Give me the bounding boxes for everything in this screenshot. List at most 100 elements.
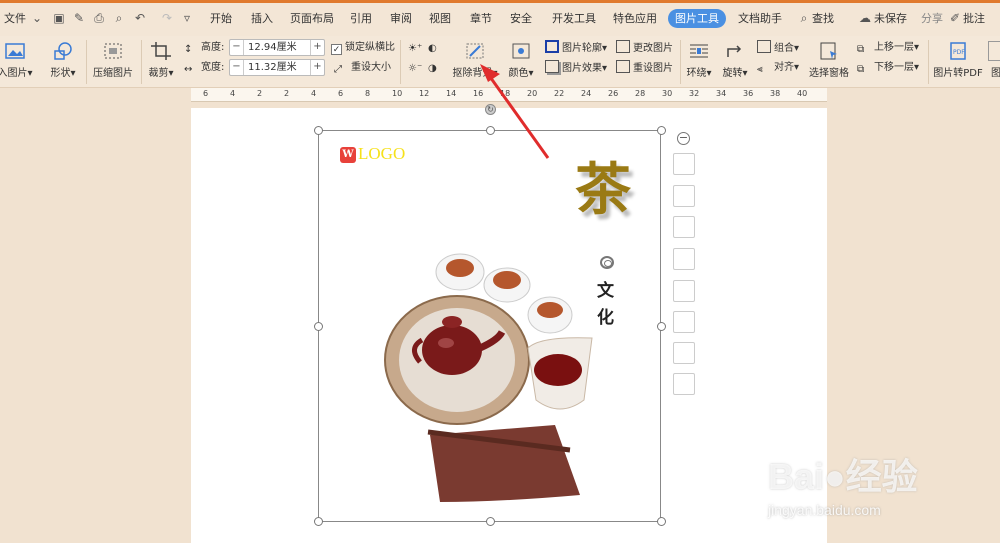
crop-icon — [151, 42, 171, 60]
redo-icon[interactable]: ↷ — [160, 11, 174, 25]
tab-doc-helper[interactable]: 文档助手 — [738, 10, 782, 26]
copy-picture-icon[interactable] — [673, 311, 695, 333]
logo-mark: W — [340, 147, 356, 163]
tab-developer[interactable]: 开发工具 — [552, 10, 596, 26]
reset-size-button[interactable]: ⤢ 重设大小 — [334, 60, 391, 76]
rotate-label: 旋转 — [722, 68, 743, 79]
height-decrement[interactable]: − — [230, 40, 244, 55]
collapse-icon[interactable]: − — [677, 132, 690, 145]
tab-section[interactable]: 章节 — [470, 10, 492, 26]
picture-outline-button[interactable]: 图片轮廓▾ — [545, 40, 607, 56]
height-label-text: 高度: — [201, 42, 225, 53]
brightness-up-icon[interactable]: ☀⁺ — [408, 41, 422, 57]
ruler-tick-label: 30 — [662, 89, 673, 98]
width-value[interactable]: 11.32厘米 — [248, 61, 297, 75]
group-button[interactable]: 组合▾ — [757, 40, 799, 56]
tab-special[interactable]: 特色应用 — [613, 10, 657, 26]
picture-border-icon[interactable] — [673, 280, 695, 302]
change-picture-icon — [616, 40, 630, 53]
change-picture-button[interactable]: 更改图片 — [616, 40, 673, 56]
comment-button[interactable]: 批注 — [963, 10, 985, 26]
tab-insert[interactable]: 插入 — [251, 10, 273, 26]
pdf-icon: PDF — [950, 42, 966, 60]
search-icon[interactable]: ⌕ — [797, 11, 811, 25]
search-button[interactable]: 查找 — [812, 10, 834, 26]
resize-handle-e[interactable] — [657, 322, 666, 331]
align-button[interactable]: ⫷ 对齐▾ — [757, 60, 799, 76]
lock-ratio-label: 锁定纵横比 — [345, 42, 395, 53]
reset-picture-icon — [616, 60, 630, 73]
checkbox-checked-icon[interactable]: ✓ — [331, 44, 342, 55]
crop-button[interactable]: 裁剪▾ — [146, 41, 176, 79]
ruler-tick-label: 38 — [770, 89, 781, 98]
reset-picture-button[interactable]: 重设图片 — [616, 60, 673, 76]
height-input[interactable]: − 12.94厘米 + — [229, 39, 325, 56]
share-button[interactable]: 分享 — [921, 10, 943, 26]
print-icon[interactable]: ⎙ — [92, 11, 106, 25]
tab-home[interactable]: 开始 — [210, 10, 232, 26]
tab-references[interactable]: 引用 — [350, 10, 372, 26]
compress-icon — [104, 43, 122, 59]
file-menu[interactable]: 文件 — [4, 10, 26, 26]
picture-to-pdf-button[interactable]: PDF 图片转PDF — [933, 41, 983, 79]
rotate-icon — [727, 45, 742, 57]
more-tools-icon[interactable] — [673, 373, 695, 395]
ruler-tick-label: 36 — [743, 89, 754, 98]
wrap-button[interactable]: 环绕▾ — [684, 41, 714, 79]
baidu-watermark: Bai●经验 — [768, 456, 918, 497]
ruler-tick-label: 12 — [419, 89, 430, 98]
chevron-down-icon[interactable]: ⌄ — [30, 11, 44, 25]
cloud-icon[interactable]: ☁ — [858, 11, 872, 25]
resize-handle-se[interactable] — [657, 517, 666, 526]
width-increment[interactable]: + — [310, 60, 324, 75]
picture-to-text-icon[interactable] — [673, 342, 695, 364]
tab-security[interactable]: 安全 — [510, 10, 532, 26]
insert-picture-button[interactable]: 入图片▾ — [0, 41, 36, 79]
height-increment[interactable]: + — [310, 40, 324, 55]
ruler-tick-label: 4 — [230, 89, 236, 98]
crop-float-icon[interactable] — [673, 248, 695, 270]
lock-ratio-checkbox[interactable]: ✓ 锁定纵横比 — [331, 40, 395, 56]
customize-icon[interactable]: ▿ — [180, 11, 194, 25]
save-icon[interactable]: ▣ — [52, 11, 66, 25]
format-painter-icon[interactable]: ✎ — [72, 11, 86, 25]
print-preview-icon[interactable]: ⌕ — [112, 11, 126, 25]
width-label-text: 宽度: — [201, 62, 225, 73]
resize-handle-w[interactable] — [314, 322, 323, 331]
comment-icon[interactable]: ✐ — [948, 11, 962, 25]
bring-forward-button[interactable]: ⧉ 上移一层▾ — [857, 40, 919, 56]
resize-handle-s[interactable] — [486, 517, 495, 526]
tab-view[interactable]: 视图 — [429, 10, 451, 26]
ruler-tick-label: 14 — [446, 89, 457, 98]
ruler-tick-label: 10 — [392, 89, 403, 98]
send-backward-button[interactable]: ⧉ 下移一层▾ — [857, 60, 919, 76]
contrast-up-icon[interactable]: ◐ — [428, 41, 437, 57]
resize-handle-ne[interactable] — [657, 126, 666, 135]
ruler-tick-label: 32 — [689, 89, 700, 98]
remove-bg-float-icon[interactable] — [673, 216, 695, 238]
effects-label: 图片效果 — [562, 63, 602, 74]
rotate-button[interactable]: 旋转▾ — [720, 41, 750, 79]
resize-handle-nw[interactable] — [314, 126, 323, 135]
zoom-picture-icon[interactable] — [673, 185, 695, 207]
shape-label: 形状 — [50, 68, 71, 79]
tab-picture-tools[interactable]: 图片工具 — [668, 9, 726, 28]
ruler-tick-label: 2 — [257, 89, 263, 98]
height-value[interactable]: 12.94厘米 — [248, 41, 297, 55]
compress-picture-button[interactable]: 压缩图片 — [92, 41, 134, 79]
width-input[interactable]: − 11.32厘米 + — [229, 59, 325, 76]
selection-pane-button[interactable]: 选择窗格 — [808, 41, 850, 79]
brightness-down-icon[interactable]: ☼⁻ — [408, 61, 422, 77]
undo-icon[interactable]: ↶ — [133, 11, 147, 25]
contrast-down-icon[interactable]: ◑ — [428, 61, 437, 77]
unsaved-status[interactable]: 未保存 — [874, 10, 907, 26]
shape-button[interactable]: 形状▾ — [46, 41, 80, 79]
send-backward-label: 下移一层 — [874, 62, 914, 73]
tab-review[interactable]: 审阅 — [390, 10, 412, 26]
resize-handle-sw[interactable] — [314, 517, 323, 526]
annotation-arrow-icon — [480, 64, 550, 159]
more-picture-button[interactable]: 图 — [988, 41, 1000, 79]
layout-options-icon[interactable] — [673, 153, 695, 175]
width-decrement[interactable]: − — [230, 60, 244, 75]
tab-page-layout[interactable]: 页面布局 — [290, 10, 334, 26]
